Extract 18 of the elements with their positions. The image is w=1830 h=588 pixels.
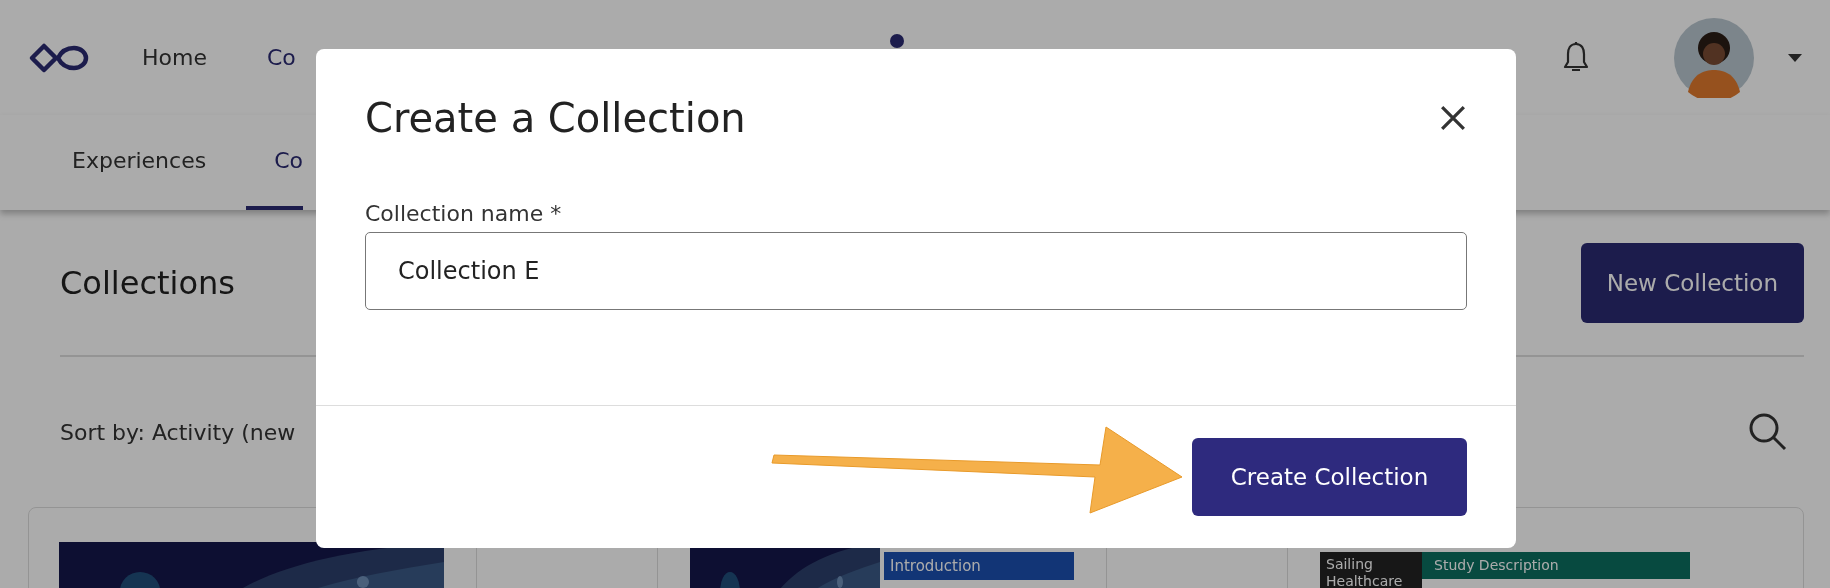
search-icon[interactable] xyxy=(1748,412,1788,452)
page-title: Collections xyxy=(60,263,235,302)
new-collection-button[interactable]: New Collection xyxy=(1580,242,1804,323)
caret-icon[interactable] xyxy=(1788,53,1802,62)
sort-label[interactable]: Sort by: Activity (new xyxy=(60,419,296,445)
thumbnail-heading: Study Description xyxy=(1422,552,1690,579)
field-label: Collection name * xyxy=(365,201,563,226)
thumbnail-heading: Introduction xyxy=(884,552,1074,580)
dialog-title: Create a Collection xyxy=(365,95,746,141)
thumbnail-heading: Sailing Healthcare xyxy=(1320,552,1422,588)
tab[interactable]: Co xyxy=(246,115,303,210)
create-collection-button[interactable]: Create Collection xyxy=(1192,438,1467,516)
close-icon[interactable] xyxy=(1440,105,1466,131)
avatar[interactable] xyxy=(1674,17,1754,98)
nav-link[interactable]: Home xyxy=(142,45,207,70)
nav-link[interactable]: Co xyxy=(266,45,296,70)
tab[interactable]: Experiences xyxy=(72,115,207,210)
input-field[interactable]: Collection E xyxy=(365,232,1467,310)
